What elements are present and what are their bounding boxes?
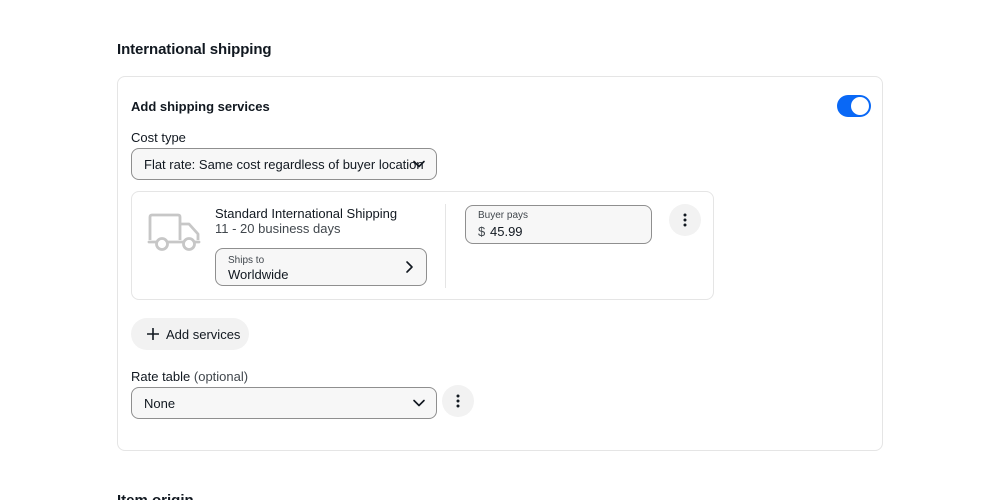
section-title: International shipping (117, 41, 272, 58)
divider (445, 204, 446, 288)
ships-to-value: Worldwide (228, 267, 289, 282)
service-name: Standard International Shipping (215, 206, 398, 221)
optional-hint: (optional) (193, 369, 249, 384)
shipping-service-row: Standard International Shipping 11 - 20 … (131, 191, 714, 300)
cost-type-value: Flat rate: Same cost regardless of buyer… (144, 156, 424, 172)
buyer-pays-label: Buyer pays (478, 210, 529, 221)
toggle-knob (850, 96, 870, 116)
plus-icon (147, 328, 159, 340)
ships-to-selector[interactable]: Ships to Worldwide (215, 248, 427, 286)
buyer-pays-value: 45.99 (490, 224, 523, 239)
service-more-options-button[interactable] (669, 204, 701, 236)
add-services-label: Add services (166, 326, 241, 342)
rate-table-label-text: Rate table (131, 369, 191, 384)
ships-to-label: Ships to (228, 255, 265, 266)
add-shipping-services-label: Add shipping services (131, 99, 270, 114)
next-section-title: Item origin (117, 492, 194, 500)
rate-table-more-options-button[interactable] (442, 385, 474, 417)
add-shipping-services-toggle[interactable] (837, 95, 871, 117)
chevron-down-icon (413, 399, 425, 407)
service-delivery-days: 11 - 20 business days (215, 221, 341, 236)
currency-symbol: $ (478, 224, 486, 239)
buyer-pays-field[interactable]: Buyer pays $ 45.99 (465, 205, 652, 244)
rate-table-select[interactable]: None (131, 387, 437, 419)
rate-table-value: None (144, 395, 176, 411)
truck-icon (147, 213, 201, 251)
cost-type-select[interactable]: Flat rate: Same cost regardless of buyer… (131, 148, 437, 180)
rate-table-label: Rate table (optional) (131, 369, 248, 384)
cost-type-label: Cost type (131, 130, 186, 145)
chevron-down-icon (413, 160, 425, 168)
shipping-services-card: Add shipping services Cost type Flat rat… (117, 76, 883, 451)
more-vertical-icon (683, 213, 687, 227)
more-vertical-icon (456, 394, 460, 408)
chevron-right-icon (406, 261, 413, 273)
add-services-button[interactable]: Add services (131, 318, 249, 350)
